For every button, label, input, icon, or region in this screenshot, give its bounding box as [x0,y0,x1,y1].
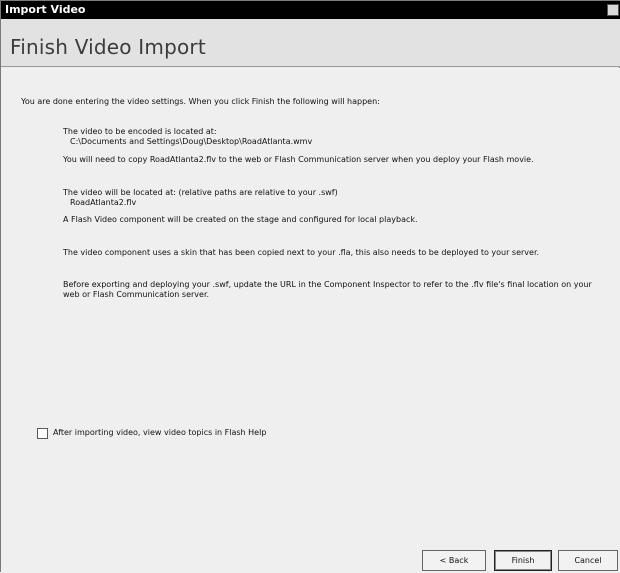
dialog-content: You are done entering the video settings… [1,68,620,573]
copy-instruction-item: You will need to copy RoadAtlanta2.flv t… [63,155,605,165]
title-bar: Import Video [1,1,620,19]
window-title: Import Video [5,3,86,16]
back-button[interactable]: < Back [422,550,486,571]
close-icon[interactable] [607,4,619,16]
cancel-button[interactable]: Cancel [558,550,618,571]
intro-text: You are done entering the video settings… [21,97,380,106]
finish-button[interactable]: Finish [494,550,552,571]
view-help-checkbox[interactable] [37,427,48,439]
copy-instruction-text: You will need to copy RoadAtlanta2.flv t… [63,155,534,164]
dialog-header: Finish Video Import [1,19,620,67]
output-path: RoadAtlanta2.flv [70,198,137,207]
source-path: C:\Documents and Settings\Doug\Desktop\R… [70,137,313,146]
import-video-dialog: Import Video Finish Video Import You are… [0,0,620,573]
output-location-text: The video will be located at: (relative … [63,188,338,197]
component-item: A Flash Video component will be created … [63,215,605,225]
view-help-label[interactable]: After importing video, view video topics… [53,428,266,438]
update-url-text: Before exporting and deploying your .swf… [63,280,592,299]
view-help-option[interactable]: After importing video, view video topics… [37,427,266,439]
page-title: Finish Video Import [10,35,206,59]
update-url-item: Before exporting and deploying your .swf… [63,280,605,300]
component-text: A Flash Video component will be created … [63,215,418,224]
source-location-item: The video to be encoded is located at: C… [63,127,605,147]
skin-text: The video component uses a skin that has… [63,248,540,257]
source-location-text: The video to be encoded is located at: [63,127,217,136]
output-location-item: The video will be located at: (relative … [63,188,605,208]
skin-item: The video component uses a skin that has… [63,248,605,258]
